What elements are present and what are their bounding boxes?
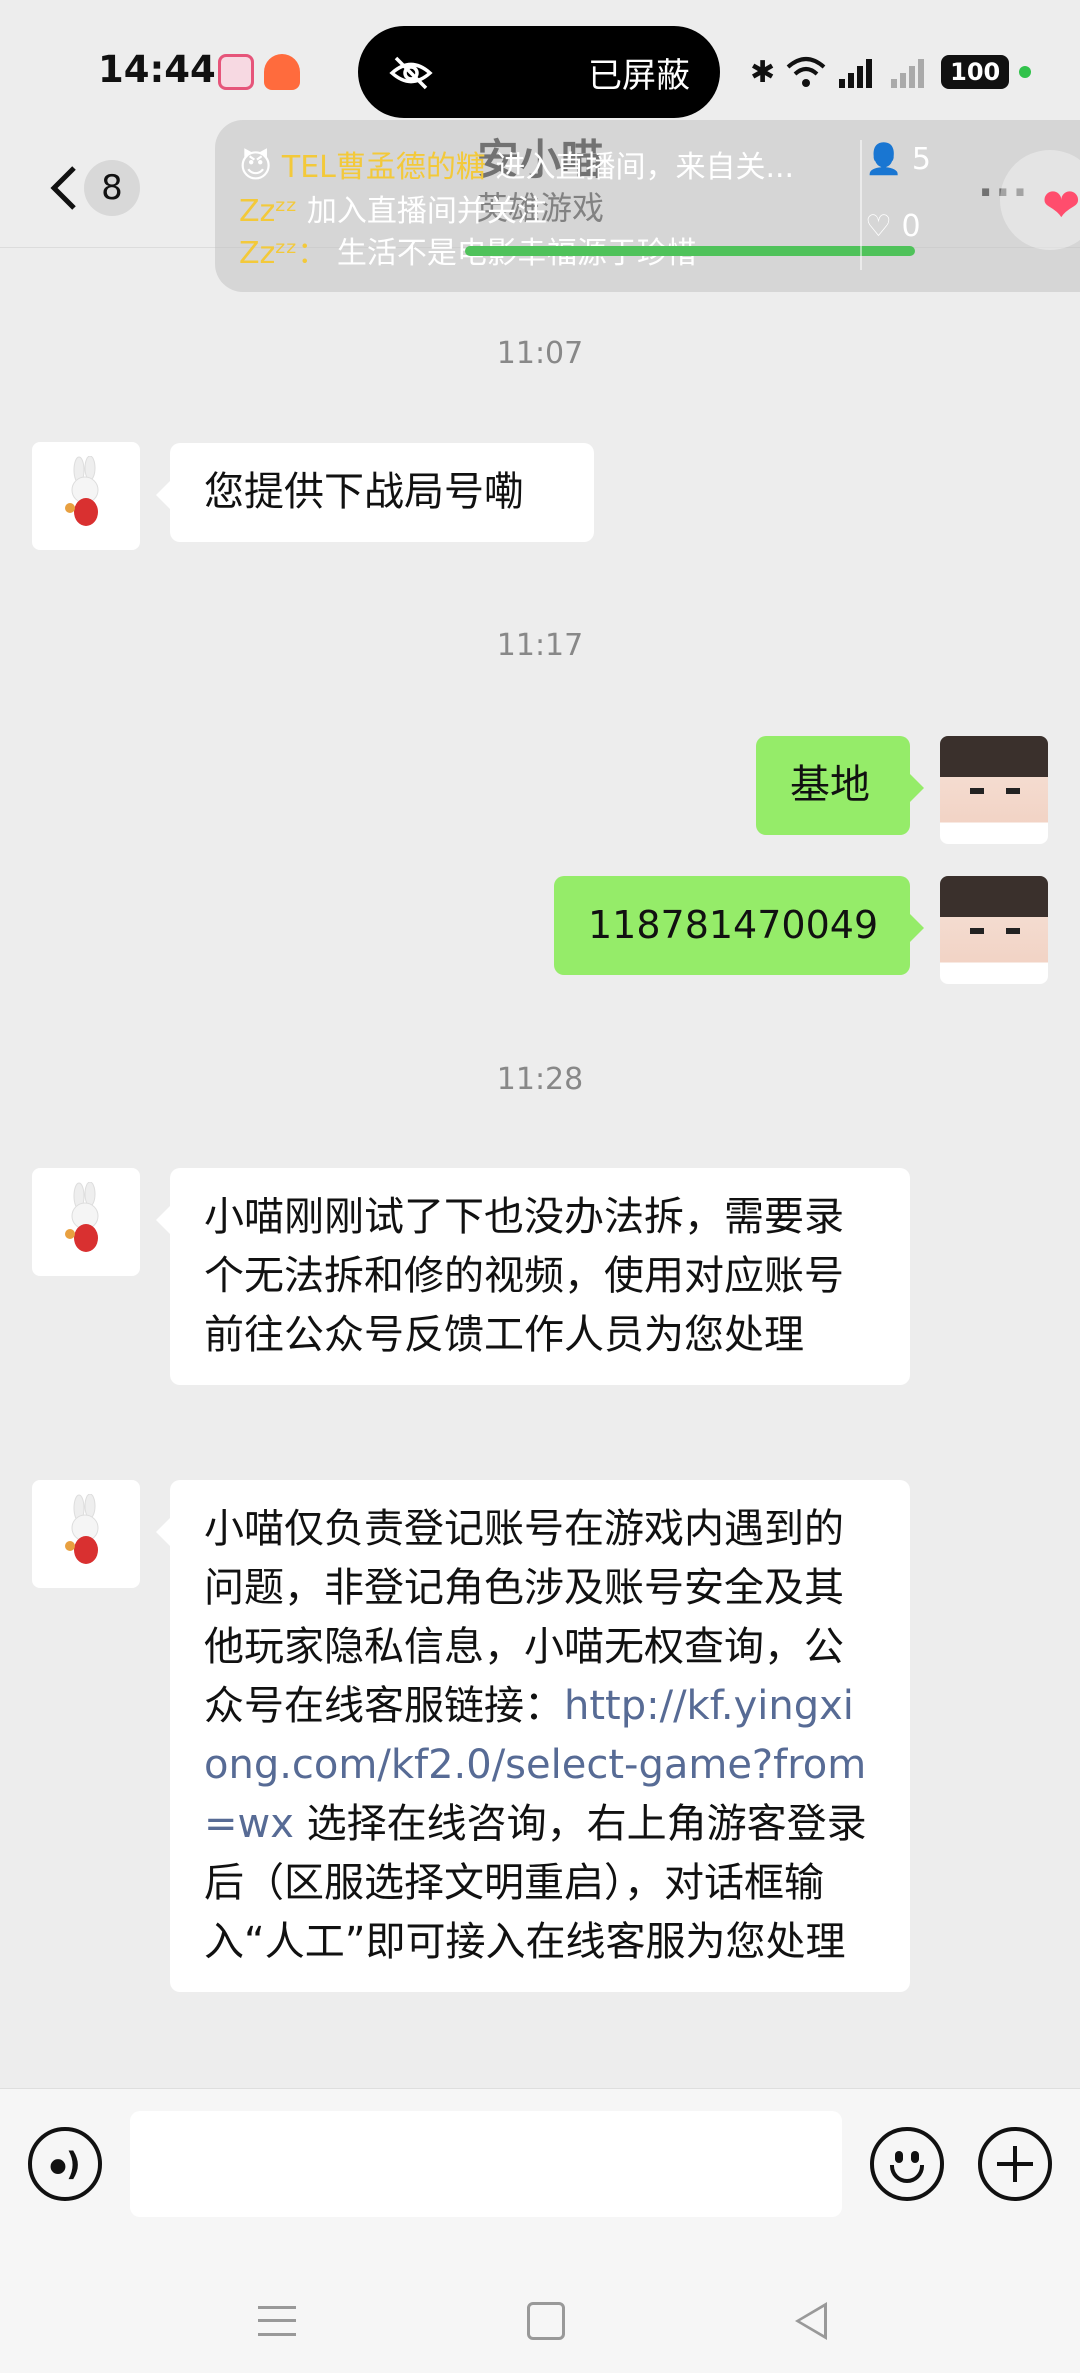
status-bar: 14:44 已屏蔽 ✱ 100	[0, 0, 1080, 130]
bunny-avatar-icon	[65, 456, 99, 526]
bot-avatar[interactable]	[32, 1480, 140, 1588]
message-bubble-in[interactable]: 您提供下战局号嘞	[156, 443, 594, 542]
nav-menu-icon[interactable]	[258, 2306, 296, 2336]
bunny-avatar-icon	[65, 1494, 99, 1564]
eye-hidden-icon	[389, 56, 433, 90]
nav-home-icon[interactable]	[527, 2302, 565, 2340]
message-bubble-out[interactable]: 基地	[756, 736, 924, 835]
devil-emoji-icon: 😈	[239, 147, 273, 185]
message-bubble-out[interactable]: 118781470049	[554, 876, 924, 975]
nav-back-icon[interactable]	[795, 2302, 827, 2340]
active-dot	[1019, 66, 1032, 78]
live-app-icon	[218, 54, 254, 90]
wifi-icon	[786, 57, 826, 87]
input-bar: ⦁)	[0, 2088, 1080, 2228]
live-message-1: 😈 TEL曹孟德的糖 进入直播间，来自关...	[239, 147, 795, 185]
voice-input-button[interactable]: ⦁)	[28, 2127, 102, 2201]
emoji-button[interactable]	[870, 2127, 944, 2201]
viewer-count: 👤 5	[865, 142, 931, 177]
live-close-button[interactable]: ❤	[1000, 150, 1080, 250]
game-app-icon	[264, 54, 300, 90]
message-text: 选择在线咨询，右上角游客登录后（区服选择文明重启），对话框输入“人工”即可接入在…	[204, 1801, 867, 1965]
like-count: ♡ 0	[865, 209, 921, 244]
message-input[interactable]	[130, 2111, 842, 2217]
privacy-label: 已屏蔽	[588, 56, 690, 96]
smile-icon	[890, 2165, 924, 2183]
timestamp: 11:07	[496, 336, 584, 371]
timestamp: 11:17	[496, 628, 584, 663]
user-avatar[interactable]	[940, 736, 1048, 844]
message-bubble-in[interactable]: 小喵刚刚试了下也没办法拆，需要录个无法拆和修的视频，使用对应账号前往公众号反馈工…	[156, 1168, 910, 1385]
live-message-2: Zzᶻᶻ 加入直播间并关注	[239, 194, 547, 229]
chat-messages[interactable]: 11:07 您提供下战局号嘞 11:17 基地 118781470049 11:…	[0, 248, 1080, 2086]
live-heart-icon: ❤	[1042, 178, 1080, 232]
user-avatar[interactable]	[940, 876, 1048, 984]
signal-icon	[891, 59, 925, 88]
timestamp: 11:28	[496, 1062, 584, 1097]
bunny-avatar-icon	[65, 1182, 99, 1252]
system-icons: ✱ 100	[750, 50, 1032, 94]
status-time: 14:44	[98, 48, 216, 91]
bluetooth-icon: ✱	[750, 54, 776, 90]
bot-avatar[interactable]	[32, 1168, 140, 1276]
message-bubble-in[interactable]: 小喵仅负责登记账号在游戏内遇到的问题，非登记角色涉及账号安全及其他玩家隐私信息，…	[156, 1480, 910, 1992]
signal-5g-icon	[839, 59, 873, 88]
privacy-pill[interactable]: 已屏蔽	[358, 26, 720, 118]
battery-indicator: 100	[941, 55, 1010, 89]
system-nav-bar	[0, 2228, 1080, 2373]
bot-avatar[interactable]	[32, 442, 140, 550]
more-actions-button[interactable]	[978, 2127, 1052, 2201]
voice-icon: ⦁)	[50, 2145, 81, 2183]
